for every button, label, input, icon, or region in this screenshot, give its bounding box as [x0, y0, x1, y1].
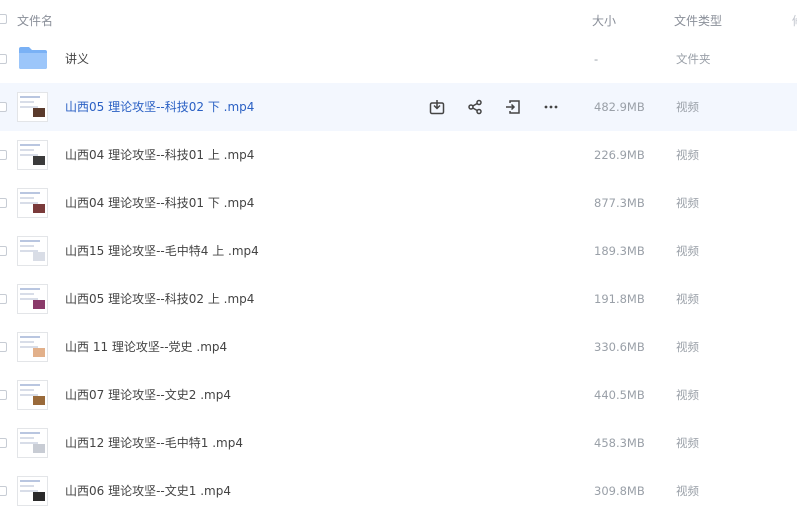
- row-checkbox[interactable]: [0, 438, 7, 448]
- column-header-name[interactable]: 文件名: [17, 12, 53, 29]
- column-header-size[interactable]: 大小: [592, 12, 616, 29]
- row-checkbox[interactable]: [0, 342, 7, 352]
- file-name[interactable]: 山西06 理论攻坚--文史1 .mp4: [65, 467, 231, 515]
- video-thumbnail: [17, 140, 48, 170]
- move-icon[interactable]: [503, 97, 523, 117]
- video-thumbnail: [17, 380, 48, 410]
- select-all-checkbox[interactable]: [0, 14, 7, 24]
- file-name[interactable]: 山西04 理论攻坚--科技01 下 .mp4: [65, 179, 254, 227]
- file-type: 视频: [676, 244, 699, 258]
- row-checkbox[interactable]: [0, 150, 7, 160]
- file-row[interactable]: 山西04 理论攻坚--科技01 下 .mp4 877.3MB 视频: [0, 179, 797, 227]
- row-checkbox[interactable]: [0, 54, 7, 64]
- file-row[interactable]: 山西15 理论攻坚--毛中特4 上 .mp4 189.3MB 视频: [0, 227, 797, 275]
- file-type: 视频: [676, 388, 699, 402]
- file-size: 330.6MB: [594, 340, 645, 354]
- file-row[interactable]: 山西04 理论攻坚--科技01 上 .mp4 226.9MB 视频: [0, 131, 797, 179]
- file-name[interactable]: 山西15 理论攻坚--毛中特4 上 .mp4: [65, 227, 259, 275]
- file-row[interactable]: 山西07 理论攻坚--文史2 .mp4 440.5MB 视频: [0, 371, 797, 419]
- column-header-type[interactable]: 文件类型: [674, 12, 722, 29]
- row-checkbox[interactable]: [0, 390, 7, 400]
- file-size: 458.3MB: [594, 436, 645, 450]
- file-size: -: [594, 52, 599, 66]
- file-size: 189.3MB: [594, 244, 645, 258]
- file-name[interactable]: 山西04 理论攻坚--科技01 上 .mp4: [65, 131, 254, 179]
- file-row[interactable]: 山西12 理论攻坚--毛中特1 .mp4 458.3MB 视频: [0, 419, 797, 467]
- row-checkbox[interactable]: [0, 294, 7, 304]
- file-name[interactable]: 山西12 理论攻坚--毛中特1 .mp4: [65, 419, 243, 467]
- share-icon[interactable]: [465, 97, 485, 117]
- file-row[interactable]: 山西05 理论攻坚--科技02 上 .mp4 191.8MB 视频: [0, 275, 797, 323]
- file-size: 226.9MB: [594, 148, 645, 162]
- video-thumbnail: [17, 188, 48, 218]
- file-size: 191.8MB: [594, 292, 645, 306]
- file-type: 视频: [676, 436, 699, 450]
- column-header-modified[interactable]: 修: [792, 12, 797, 29]
- video-thumbnail: [17, 476, 48, 506]
- file-size: 482.9MB: [594, 100, 645, 114]
- row-actions: [427, 97, 579, 117]
- video-thumbnail: [17, 92, 48, 122]
- file-name[interactable]: 山西07 理论攻坚--文史2 .mp4: [65, 371, 231, 419]
- file-row[interactable]: 山西 11 理论攻坚--党史 .mp4 330.6MB 视频: [0, 323, 797, 371]
- file-type: 视频: [676, 292, 699, 306]
- row-checkbox[interactable]: [0, 198, 7, 208]
- file-name[interactable]: 山西05 理论攻坚--科技02 上 .mp4: [65, 275, 254, 323]
- folder-icon: [18, 45, 48, 70]
- file-name[interactable]: 讲义: [65, 35, 89, 83]
- file-row[interactable]: 山西06 理论攻坚--文史1 .mp4 309.8MB 视频: [0, 467, 797, 515]
- download-icon[interactable]: [427, 97, 447, 117]
- file-type: 视频: [676, 100, 699, 114]
- file-type: 视频: [676, 148, 699, 162]
- file-list-header: 文件名 大小 文件类型 修: [0, 0, 797, 38]
- video-thumbnail: [17, 236, 48, 266]
- file-type: 视频: [676, 484, 699, 498]
- file-size: 309.8MB: [594, 484, 645, 498]
- file-type: 视频: [676, 196, 699, 210]
- video-thumbnail: [17, 428, 48, 458]
- file-name[interactable]: 山西05 理论攻坚--科技02 下 .mp4: [65, 83, 254, 131]
- file-size: 877.3MB: [594, 196, 645, 210]
- row-checkbox[interactable]: [0, 246, 7, 256]
- file-row[interactable]: 山西05 理论攻坚--科技02 下 .mp4 482.9MB 视频: [0, 83, 797, 131]
- file-type: 文件夹: [676, 52, 711, 66]
- video-thumbnail: [17, 332, 48, 362]
- row-checkbox[interactable]: [0, 102, 7, 112]
- more-icon[interactable]: [541, 97, 561, 117]
- file-row[interactable]: 讲义 - 文件夹: [0, 35, 797, 83]
- row-checkbox[interactable]: [0, 486, 7, 496]
- file-name[interactable]: 山西 11 理论攻坚--党史 .mp4: [65, 323, 227, 371]
- video-thumbnail: [17, 284, 48, 314]
- file-type: 视频: [676, 340, 699, 354]
- file-size: 440.5MB: [594, 388, 645, 402]
